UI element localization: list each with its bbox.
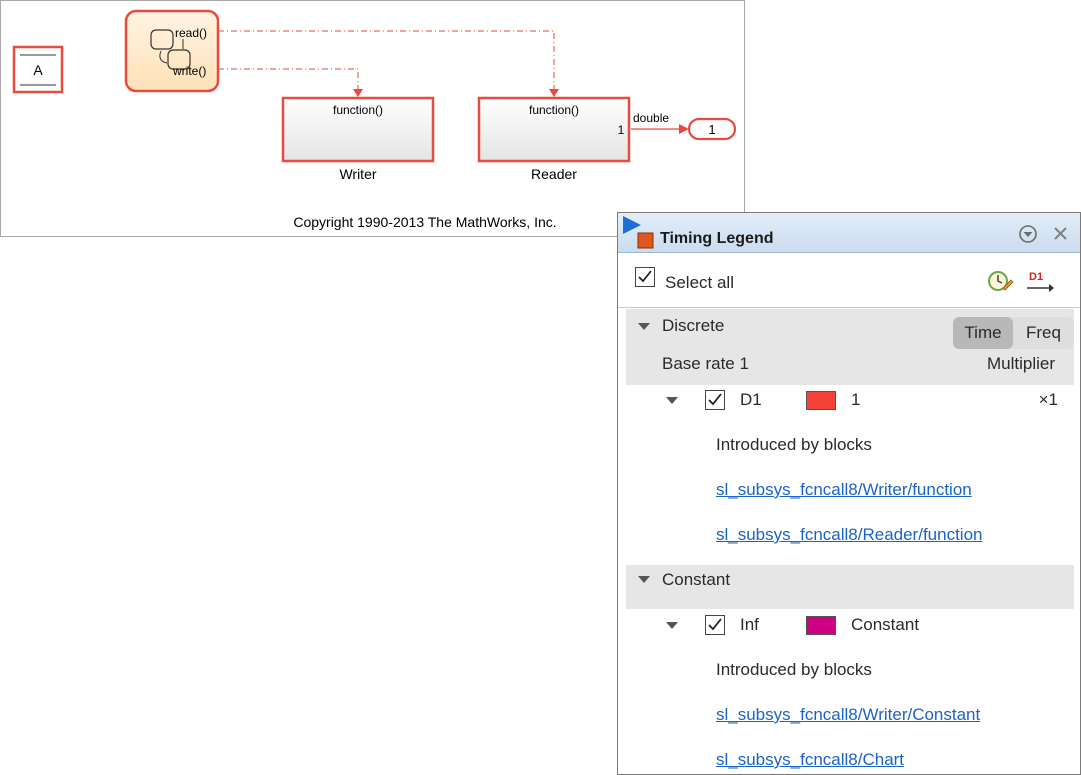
freq-toggle-button[interactable]: Freq xyxy=(1013,317,1074,349)
constant-label: Constant xyxy=(662,570,731,589)
d1-introduced-label: Introduced by blocks xyxy=(716,435,872,454)
multiplier-header: Multiplier xyxy=(986,354,1055,373)
time-toggle-button[interactable]: Time xyxy=(953,317,1013,349)
panel-title-bar[interactable]: Timing Legend xyxy=(618,213,1080,253)
timing-legend-panel: Timing Legend Select all D1 Discrete Tim… xyxy=(617,212,1081,775)
reader-subsystem[interactable]: function() 1 Reader xyxy=(477,96,631,182)
d1-block-link[interactable]: sl_subsys_fcncall8/Writer/function xyxy=(716,480,972,500)
inf-name: Inf xyxy=(740,615,759,634)
chart-write-label: write() xyxy=(172,64,206,78)
outport-label: 1 xyxy=(708,122,715,137)
discrete-expand-icon[interactable] xyxy=(638,323,650,330)
writer-port-label: function() xyxy=(333,103,383,117)
signal-arrow xyxy=(679,124,689,134)
write-call-line xyxy=(218,68,359,91)
discrete-section-header[interactable]: Discrete Time Freq Base rate 1 Multiplie… xyxy=(626,309,1074,385)
clock-highlight-icon[interactable] xyxy=(986,268,1014,301)
discrete-label: Discrete xyxy=(662,316,725,335)
write-call-arrow xyxy=(353,89,363,97)
d1-expand-icon[interactable] xyxy=(666,397,678,404)
read-call-line xyxy=(218,30,555,91)
select-all-checkbox[interactable] xyxy=(635,267,655,287)
model-canvas[interactable]: A read() write() function() Writer funct… xyxy=(0,0,745,237)
writer-name: Writer xyxy=(339,166,376,182)
inf-block-link[interactable]: sl_subsys_fcncall8/Writer/Constant xyxy=(716,705,980,725)
goto-block-a[interactable]: A xyxy=(12,45,64,94)
inf-color-swatch xyxy=(806,616,836,635)
d1-checkbox[interactable] xyxy=(705,390,725,410)
reader-name: Reader xyxy=(531,166,577,182)
chevron-down-circle-icon[interactable] xyxy=(1018,224,1038,249)
legend-toolbar: Select all D1 xyxy=(618,254,1080,308)
base-rate-label: Base rate 1 xyxy=(662,354,749,373)
d1-multiplier: ×1 xyxy=(1038,390,1058,409)
d1-trace-icon[interactable]: D1 xyxy=(1025,268,1055,301)
d1-name: D1 xyxy=(740,390,762,409)
timing-legend-icon xyxy=(622,215,658,256)
chart-frame xyxy=(124,9,220,93)
inf-block-link[interactable]: sl_subsys_fcncall8/Chart xyxy=(716,750,904,770)
d1-block-link[interactable]: sl_subsys_fcncall8/Reader/function xyxy=(716,525,982,545)
inf-introduced-label: Introduced by blocks xyxy=(716,660,872,679)
reader-out-port: 1 xyxy=(618,123,625,137)
inf-expand-icon[interactable] xyxy=(666,622,678,629)
signal-line[interactable]: double xyxy=(631,111,689,134)
chart-read-label: read() xyxy=(175,26,207,40)
constant-section-header[interactable]: Constant xyxy=(626,565,1074,609)
inf-value: Constant xyxy=(851,615,920,634)
select-all-label: Select all xyxy=(665,273,734,292)
constant-expand-icon[interactable] xyxy=(638,576,650,583)
read-call-arrow xyxy=(549,89,559,97)
stateflow-chart-block[interactable]: read() write() xyxy=(124,9,220,93)
close-icon[interactable] xyxy=(1051,224,1071,249)
inf-checkbox[interactable] xyxy=(705,615,725,635)
panel-title: Timing Legend xyxy=(660,230,774,247)
goto-block-label: A xyxy=(33,62,43,78)
copyright-text: Copyright 1990-2013 The MathWorks, Inc. xyxy=(293,214,556,230)
writer-subsystem[interactable]: function() Writer xyxy=(281,96,435,182)
time-freq-toggle: Time Freq xyxy=(953,317,1074,349)
model-diagram: A read() write() function() Writer funct… xyxy=(12,9,737,230)
trace-icon-label: D1 xyxy=(1029,271,1043,283)
d1-color-swatch xyxy=(806,391,836,410)
reader-port-label: function() xyxy=(529,103,579,117)
d1-value: 1 xyxy=(851,390,861,409)
function-call-lines xyxy=(218,30,559,97)
outport-block[interactable]: 1 xyxy=(687,117,737,141)
signal-label: double xyxy=(633,111,669,125)
